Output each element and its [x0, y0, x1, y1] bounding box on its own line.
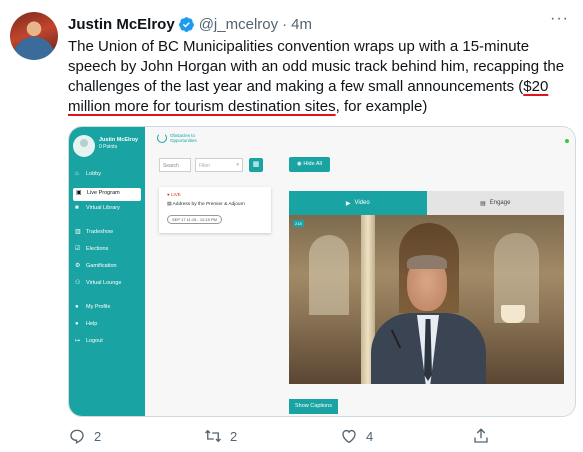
session-card[interactable]: ● LIVE ▤ Address by the Premier & Adjour…	[159, 187, 271, 233]
app-content: Obstacles to Opportunities Search Filter…	[145, 127, 575, 416]
background-arch	[309, 235, 349, 315]
sidebar-item-label: Help	[86, 321, 98, 327]
session-title: ▤ Address by the Premier & Adjourn	[167, 202, 245, 207]
camera-icon: ■	[75, 205, 79, 211]
sidebar-item-lobby[interactable]: ⌂ Lobby	[69, 171, 145, 188]
tweet-text-part1: The Union of BC Municipalities conventio…	[68, 38, 565, 95]
play-icon: ▶	[345, 200, 351, 207]
speaker-hair	[407, 255, 447, 269]
share-icon	[474, 428, 488, 443]
session-title-text: Address by the Premier & Adjourn	[172, 202, 245, 207]
tweet-media-image[interactable]: Justin McElroy 0 Points ⌂ Lobby ▣ Live Pro…	[68, 126, 576, 417]
filter-placeholder: Filter	[199, 163, 211, 169]
sidebar-item-label: My Profile	[86, 304, 111, 310]
app-sidebar: Justin McElroy 0 Points ⌂ Lobby ▣ Live Pro…	[69, 127, 145, 416]
sidebar-item-label: Elections	[86, 246, 109, 252]
hide-all-button[interactable]: ◉ Hide All	[289, 157, 330, 172]
retweet-button[interactable]: 2	[204, 427, 237, 445]
verified-badge-icon	[178, 16, 194, 32]
live-indicator: ● LIVE	[167, 192, 181, 197]
sidebar-item-live-program[interactable]: ▣ Live Program	[73, 188, 141, 201]
tab-video[interactable]: ▶ Video	[289, 191, 427, 215]
gear-icon: ⚙	[75, 263, 81, 269]
sidebar-item-elections[interactable]: ☑ Elections	[69, 246, 145, 263]
logo-mark-icon	[157, 133, 167, 143]
video-badge: 218	[293, 220, 304, 227]
eye-icon: ◉	[297, 161, 302, 167]
hide-all-label: Hide All	[303, 161, 322, 167]
chevron-down-icon: ▾	[236, 162, 239, 168]
tab-video-label: Video	[354, 200, 370, 206]
tweet-header: Justin McElroy @j_mcelroy · 4m	[68, 13, 573, 35]
more-options-icon[interactable]: ···	[550, 10, 569, 28]
logo-text: Obstacles to Opportunities	[170, 133, 197, 143]
show-captions-button[interactable]: Show Captions	[289, 399, 338, 414]
like-count: 4	[366, 428, 374, 444]
retweet-count: 2	[230, 428, 238, 444]
reply-button[interactable]: 2	[68, 427, 101, 445]
sidebar-item-label: Lobby	[86, 171, 101, 177]
sidebar-nav: ⌂ Lobby ▣ Live Program ■ Virtual Library ▥ T…	[69, 171, 145, 355]
sidebar-item-label: Virtual Library	[86, 205, 120, 211]
share-button[interactable]	[472, 427, 498, 445]
avatar[interactable]	[10, 12, 58, 60]
search-input[interactable]: Search	[159, 158, 191, 172]
sidebar-item-label: Gamification	[86, 263, 117, 269]
session-time: SEP 17 11:15 - 12:15 PM	[167, 215, 222, 224]
sidebar-avatar	[73, 135, 95, 157]
sidebar-item-label: Live Program	[87, 190, 120, 196]
sidebar-user-points: 0 Points	[99, 144, 118, 150]
sidebar-user-name: Justin McElroy	[99, 137, 139, 143]
sidebar-item-help[interactable]: ● Help	[69, 321, 145, 338]
help-icon: ●	[75, 321, 79, 327]
tweet: Justin McElroy @j_mcelroy · 4m ··· The U…	[0, 0, 583, 452]
home-icon: ⌂	[75, 171, 79, 177]
reply-count: 2	[94, 428, 102, 444]
calendar-icon: ▦	[252, 161, 260, 168]
sidebar-user: Justin McElroy 0 Points	[99, 137, 139, 151]
like-button[interactable]: 4	[340, 427, 373, 445]
tweet-text: The Union of BC Municipalities conventio…	[68, 37, 573, 117]
live-label: LIVE	[170, 192, 181, 197]
sidebar-item-virtual-library[interactable]: ■ Virtual Library	[69, 205, 145, 229]
tweet-text-part2: , for example)	[335, 98, 428, 115]
sidebar-item-tradeshow[interactable]: ▥ Tradeshow	[69, 229, 145, 246]
sidebar-item-my-profile[interactable]: ● My Profile	[69, 304, 145, 321]
video-player[interactable]: 218	[289, 215, 564, 384]
sidebar-profile: Justin McElroy 0 Points	[73, 135, 141, 165]
ballot-icon: ☑	[75, 246, 81, 252]
calendar-button[interactable]: ▦	[249, 158, 263, 172]
logout-icon: ↦	[75, 338, 81, 344]
app-logo: Obstacles to Opportunities	[157, 133, 208, 143]
sidebar-item-label: Tradeshow	[86, 229, 114, 235]
sidebar-item-gamification[interactable]: ⚙ Gamification	[69, 263, 145, 280]
sidebar-item-label: Virtual Lounge	[86, 280, 122, 286]
sidebar-item-virtual-lounge[interactable]: ⚇ Virtual Lounge	[69, 280, 145, 304]
users-icon: ⚇	[75, 280, 81, 286]
search-row: Search Filter ▾ ▦	[159, 158, 263, 172]
book-icon: ▥	[75, 229, 81, 235]
reply-icon	[70, 429, 84, 444]
tv-icon: ▣	[76, 190, 82, 196]
person-icon: ●	[75, 304, 79, 310]
sidebar-item-label: Logout	[86, 338, 103, 344]
player-tabs: ▶ Video ▤ Engage	[289, 191, 564, 215]
tab-engage[interactable]: ▤ Engage	[426, 191, 564, 215]
author-name[interactable]: Justin McElroy	[68, 16, 175, 33]
background-lamp	[501, 305, 525, 323]
tweet-actions: 2 2 4	[68, 426, 488, 446]
filter-select[interactable]: Filter ▾	[195, 158, 243, 172]
heart-icon	[342, 429, 356, 444]
connection-status-icon	[565, 139, 569, 143]
sidebar-item-logout[interactable]: ↦ Logout	[69, 338, 145, 355]
tab-engage-label: Engage	[489, 200, 511, 206]
separator-dot: ·	[282, 15, 288, 33]
chat-icon: ▤	[480, 200, 486, 207]
retweet-icon	[205, 429, 221, 443]
author-handle[interactable]: @j_mcelroy	[199, 16, 278, 33]
tweet-timestamp[interactable]: 4m	[291, 16, 312, 33]
